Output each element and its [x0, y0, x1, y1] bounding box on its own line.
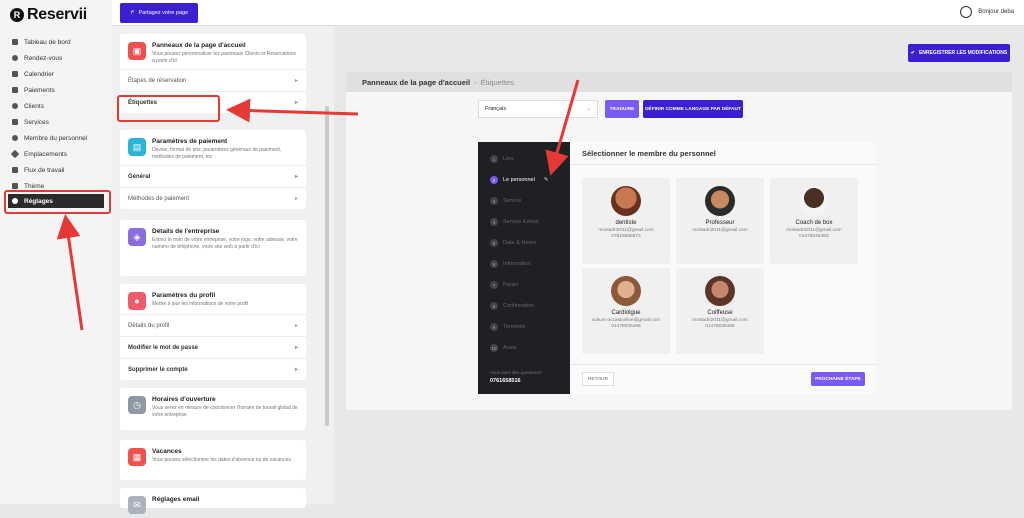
arrow-to-pencil	[545, 79, 580, 176]
arrow-to-settings	[56, 214, 84, 331]
annotation-arrows	[56, 79, 580, 331]
arrow-to-labels	[226, 98, 359, 123]
